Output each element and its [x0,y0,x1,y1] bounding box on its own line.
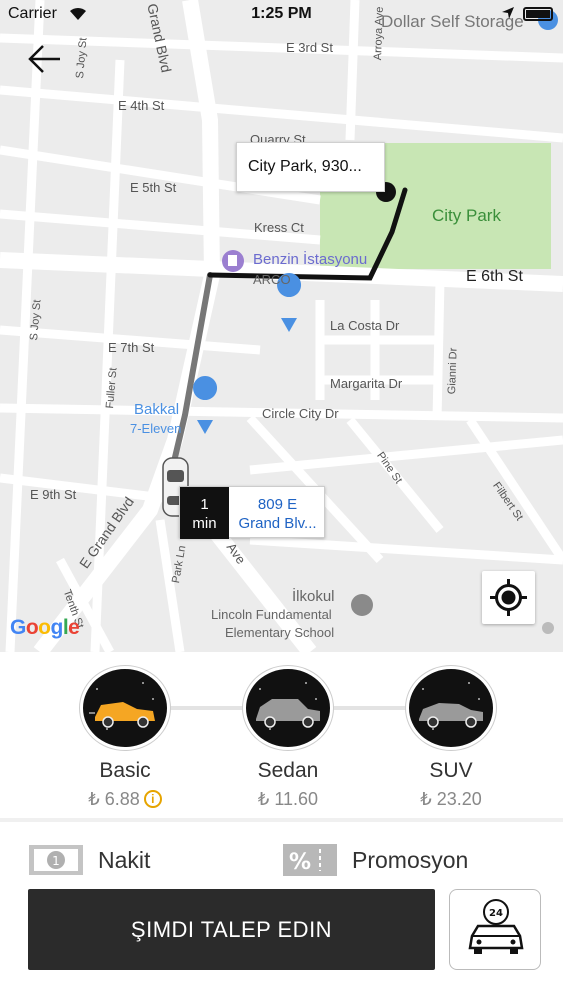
schedule-badge: 24 [489,908,503,919]
vehicle-selector: Basic ₺ 6.88 i Sedan ₺ 11.60 SUV ₺ 23.20 [0,652,563,818]
pickup-address-line: 809 E [257,496,298,513]
street-label: Kress Ct [254,220,304,235]
my-location-button[interactable] [482,571,535,624]
eta-time: 1 min [180,487,229,539]
poi-school-name: Elementary School [225,625,335,640]
payment-method-label: Nakit [98,846,151,873]
promo-code-button[interactable]: % Promosyon [282,842,468,878]
eta-value: 1 [200,496,209,513]
battery-icon [523,7,553,21]
car-icon [243,666,333,750]
request-ride-button[interactable]: ŞIMDI TALEP EDIN [28,889,435,970]
vehicle-name: Basic [99,759,151,782]
crosshair-icon [490,579,527,616]
svg-text:%: % [289,850,311,875]
street-label: E 5th St [130,180,177,195]
scheduled-car-icon: 24 [468,899,524,954]
google-logo: Google [10,616,80,639]
arrow-left-icon [28,45,60,73]
street-label: Gianni Dr [446,347,460,395]
poi-grocery-brand: 7-Eleven [130,421,182,436]
divider [0,818,563,822]
poi-gas-brand: ARCO [253,272,291,287]
car-icon [406,666,496,750]
car-icon [80,666,170,750]
clock: 1:25 PM [251,5,312,22]
svg-text:1: 1 [52,854,60,868]
pickup-eta-callout[interactable]: 1 min 809 E Grand Blv... [179,486,326,539]
pickup-address-line: Grand Blv... [238,515,317,532]
vehicle-price: ₺ 6.88 i [65,789,185,810]
location-arrow-icon [502,7,514,19]
status-bar: Carrier 1:25 PM [0,0,563,30]
vehicle-option-basic[interactable]: Basic ₺ 6.88 i [65,666,185,810]
street-label: E 6th St [466,268,523,285]
poi-school-name: Lincoln Fundamental [211,607,332,622]
schedule-ride-button[interactable]: 24 [449,889,541,970]
vehicle-price: ₺ 23.20 [420,789,482,809]
map-view[interactable]: E 3rd St E 4th St E 5th St E 6th St E 7t… [0,0,563,652]
street-label: E 7th St [108,340,155,355]
payment-method-button[interactable]: 1 Nakit [28,842,150,878]
vehicle-option-suv[interactable]: SUV ₺ 23.20 [391,666,511,810]
percent-icon: % [283,844,337,876]
poi-school[interactable]: İlkokul [292,588,335,605]
street-label: E 3rd St [286,40,333,55]
poi-park[interactable]: City Park [432,206,501,226]
vehicle-name: SUV [429,759,473,782]
cash-icon: 1 [29,845,83,875]
poi-grocery[interactable]: Bakkal [134,401,179,418]
eta-unit: min [192,515,217,532]
back-button[interactable] [26,40,64,78]
poi-gas-station[interactable]: Benzin İstasyonu [253,251,367,268]
vehicle-option-sedan[interactable]: Sedan ₺ 11.60 [228,666,348,810]
street-label: E 4th St [118,98,165,113]
street-label: E 9th St [30,487,77,502]
street-label: Circle City Dr [262,406,339,421]
pickup-address: 809 E Grand Blv... [229,487,326,539]
vehicle-price: ₺ 11.60 [257,789,319,809]
street-label: Margarita Dr [330,376,403,391]
info-icon[interactable]: i [143,790,162,808]
promo-label: Promosyon [352,846,469,873]
vehicle-name: Sedan [257,759,319,782]
street-label: La Costa Dr [330,318,400,333]
destination-callout[interactable]: City Park, 930... [236,142,385,192]
